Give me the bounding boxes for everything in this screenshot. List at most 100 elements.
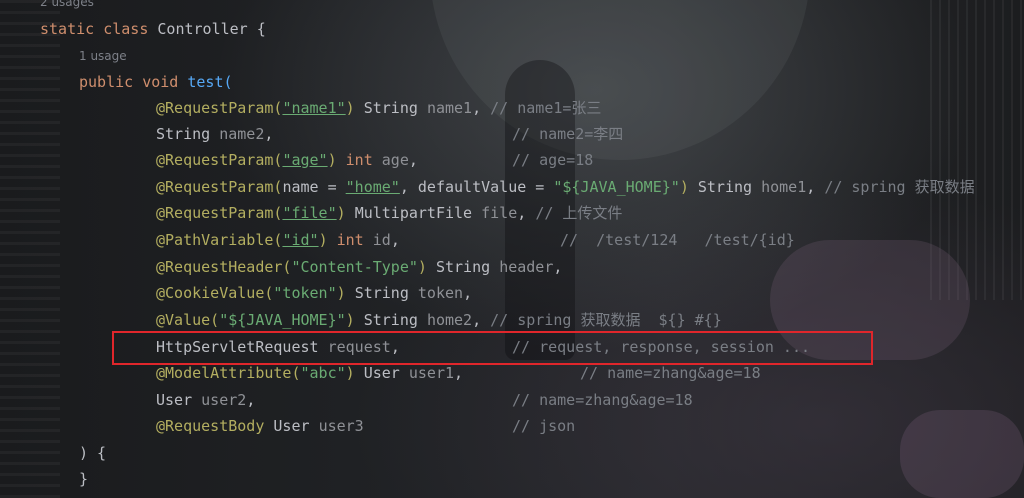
param-name: user1 <box>408 364 455 382</box>
method-name: test( <box>187 73 233 91</box>
annotation-close: ) <box>318 231 328 249</box>
annotation: @RequestHeader( <box>156 258 292 276</box>
code-line-param: @RequestParam(name = "home", defaultValu… <box>156 177 975 197</box>
param-name: user2 <box>201 391 247 409</box>
annotation-close: ) <box>417 258 427 276</box>
class-declaration: static class Controller { <box>40 19 266 39</box>
body-close: } <box>79 470 89 488</box>
string-literal: "age" <box>282 151 328 169</box>
param-type: User <box>156 391 193 409</box>
param-type: String <box>697 178 753 196</box>
background-decoration <box>0 0 60 498</box>
param-type: String <box>156 125 211 143</box>
keyword: public void <box>79 73 179 91</box>
code-line-param: User user2, <box>156 390 255 410</box>
param-name: header <box>499 258 554 276</box>
comment: // name=zhang&age=18 <box>512 391 693 409</box>
param-name: age <box>381 151 409 169</box>
param-type: String <box>363 99 418 117</box>
separator: , <box>246 391 256 409</box>
param-name: name1 <box>426 99 473 117</box>
highlight-box <box>112 331 873 365</box>
param-type: int <box>345 151 373 169</box>
string-literal: "name1" <box>282 99 346 117</box>
param-type: String <box>363 311 418 329</box>
separator: , <box>408 151 418 169</box>
annotation: @RequestParam( <box>156 99 283 117</box>
code-line-param: @Value("${JAVA_HOME}") String home2, // … <box>156 310 722 330</box>
separator: , <box>472 99 482 117</box>
annotation: @RequestBody <box>156 417 265 435</box>
string-literal: "${JAVA_HOME}" <box>553 178 680 196</box>
param-name: user3 <box>318 417 364 435</box>
string-literal: "${JAVA_HOME}" <box>219 311 346 329</box>
annotation: @Value( <box>156 311 220 329</box>
string-literal: "home" <box>345 178 400 196</box>
param-name: name2 <box>219 125 265 143</box>
string-literal: "token" <box>273 284 337 302</box>
param-name: home1 <box>761 178 807 196</box>
param-type: User <box>273 417 310 435</box>
usages-hint[interactable]: 2 usages <box>40 0 94 10</box>
param-type: String <box>435 258 491 276</box>
annotation: @RequestParam( <box>156 204 283 222</box>
separator: , <box>553 258 563 276</box>
string-literal: "id" <box>282 231 319 249</box>
param-type: String <box>354 284 409 302</box>
annotation-close: ) <box>679 178 689 196</box>
code-line-param: @RequestParam("name1") String name1, // … <box>156 98 601 118</box>
code-line-param: @PathVariable("id") int id, <box>156 230 400 250</box>
comment: // name1=张三 <box>490 99 602 117</box>
separator: , <box>454 364 464 382</box>
code-editor[interactable]: 2 usages static class Controller { 1 usa… <box>0 0 1024 498</box>
code-line-param: @RequestParam("file") MultipartFile file… <box>156 203 622 223</box>
method-declaration: public void test( <box>79 72 233 92</box>
background-decoration <box>900 410 1024 498</box>
annotation-close: ) <box>336 204 346 222</box>
code-line-param: @RequestHeader("Content-Type") String he… <box>156 257 562 277</box>
separator: , <box>472 311 482 329</box>
code-line-param: @RequestParam("age") int age, <box>156 150 418 170</box>
annotation-close: ) <box>345 311 355 329</box>
usages-hint[interactable]: 1 usage <box>79 48 127 64</box>
comment: // spring 获取数据 ${} #{} <box>490 311 722 329</box>
annotation: @RequestParam( <box>156 178 283 196</box>
param-type: MultipartFile <box>354 204 473 222</box>
comment: // name=zhang&age=18 <box>580 364 761 382</box>
code-line-param: @RequestBody User user3 <box>156 416 364 436</box>
attribute: , defaultValue = <box>399 178 554 196</box>
param-name: home2 <box>426 311 473 329</box>
comment: // 上传文件 <box>535 204 623 222</box>
brace: { <box>256 20 266 38</box>
param-type: User <box>363 364 400 382</box>
code-line-param: @CookieValue("token") String token, <box>156 283 472 303</box>
annotation-close: ) <box>327 151 337 169</box>
attribute: name = <box>282 178 346 196</box>
class-name: Controller <box>157 20 248 38</box>
param-name: id <box>372 231 391 249</box>
comment: // name2=李四 <box>512 125 624 143</box>
annotation: @PathVariable( <box>156 231 283 249</box>
annotation-close: ) <box>345 364 355 382</box>
comment: // spring 获取数据 <box>824 178 975 196</box>
annotation: @CookieValue( <box>156 284 274 302</box>
annotation-close: ) <box>345 99 355 117</box>
separator: , <box>517 204 527 222</box>
comment: // json <box>512 417 576 435</box>
comment: // age=18 <box>512 151 594 169</box>
param-name: token <box>417 284 464 302</box>
keyword: static class <box>40 20 149 38</box>
comment: // /test/124 /test/{id} <box>560 231 795 249</box>
code-line-param: String name2, <box>156 124 273 144</box>
annotation: @ModelAttribute( <box>156 364 301 382</box>
string-literal: "Content-Type" <box>291 258 418 276</box>
separator: , <box>390 231 400 249</box>
method-close: ) { <box>79 444 107 462</box>
separator: , <box>463 284 473 302</box>
param-type: int <box>336 231 364 249</box>
param-name: file <box>481 204 518 222</box>
annotation: @RequestParam( <box>156 151 283 169</box>
separator: , <box>264 125 274 143</box>
code-line-param: @ModelAttribute("abc") User user1, <box>156 363 463 383</box>
separator: , <box>806 178 816 196</box>
